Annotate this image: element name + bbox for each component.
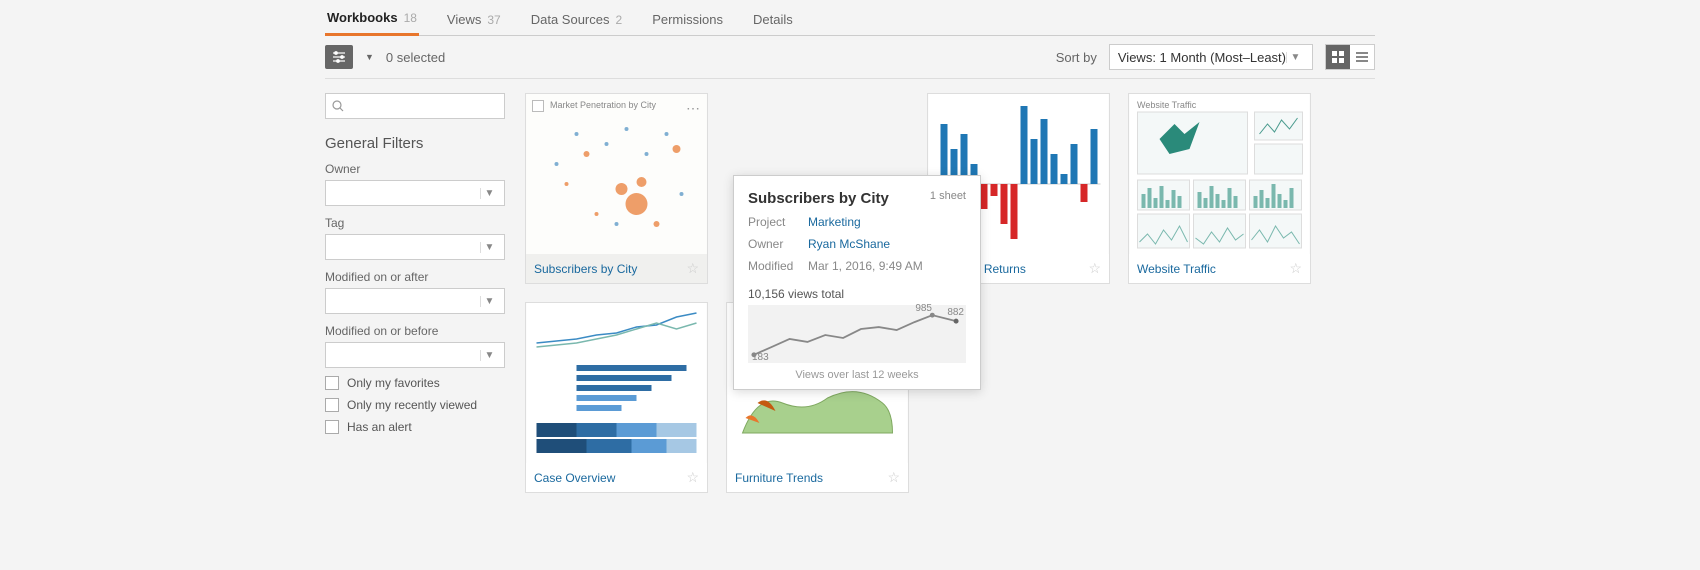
caret-down-icon: ▼ bbox=[480, 350, 498, 361]
tab-count: 2 bbox=[616, 13, 623, 27]
tab-label: Permissions bbox=[652, 12, 723, 27]
thumb-title: Website Traffic bbox=[1137, 100, 1196, 110]
workbook-thumbnail: Website Traffic bbox=[1129, 94, 1310, 254]
tab-permissions[interactable]: Permissions bbox=[650, 6, 725, 35]
workbook-title: Case Overview bbox=[534, 471, 615, 485]
popover-project-link[interactable]: Marketing bbox=[808, 215, 861, 229]
selection-count: 0 selected bbox=[386, 50, 445, 65]
tab-workbooks[interactable]: Workbooks 18 bbox=[325, 4, 419, 36]
popover-owner-link[interactable]: Ryan McShane bbox=[808, 237, 890, 251]
filters-heading: General Filters bbox=[325, 135, 505, 152]
tab-data-sources[interactable]: Data Sources 2 bbox=[529, 6, 624, 35]
modified-before-select[interactable]: ▼ bbox=[325, 342, 505, 368]
popover-owner-label: Owner bbox=[748, 237, 800, 251]
grid-icon bbox=[1332, 51, 1344, 63]
sort-select[interactable]: Views: 1 Month (Most–Least) ▼ bbox=[1109, 44, 1313, 70]
checkbox-icon bbox=[325, 398, 339, 412]
grid-view-button[interactable] bbox=[1326, 45, 1350, 69]
modified-after-select[interactable]: ▼ bbox=[325, 288, 505, 314]
tab-label: Data Sources bbox=[531, 12, 610, 27]
tab-details[interactable]: Details bbox=[751, 6, 795, 35]
case-overview-thumbnail bbox=[526, 303, 707, 463]
workbook-thumbnail bbox=[526, 303, 707, 463]
caret-down-icon: ▼ bbox=[365, 52, 374, 62]
star-icon[interactable]: ☆ bbox=[1088, 260, 1101, 277]
list-view-button[interactable] bbox=[1350, 45, 1374, 69]
popover-views-total: 10,156 views total bbox=[748, 287, 966, 301]
recent-checkbox-row[interactable]: Only my recently viewed bbox=[325, 398, 505, 412]
workbook-title: Website Traffic bbox=[1137, 262, 1216, 276]
toolbar: ▼ 0 selected Sort by Views: 1 Month (Mos… bbox=[325, 36, 1375, 79]
tab-label: Details bbox=[753, 12, 793, 27]
modified-after-label: Modified on or after bbox=[325, 270, 505, 284]
list-icon bbox=[1356, 51, 1368, 63]
tag-label: Tag bbox=[325, 216, 505, 230]
thumb-title: Market Penetration by City bbox=[550, 100, 656, 110]
tabs: Workbooks 18 Views 37 Data Sources 2 Per… bbox=[325, 0, 1375, 36]
workbook-thumbnail: Market Penetration by City ⋯ bbox=[526, 94, 707, 254]
content-area: Market Penetration by City ⋯ bbox=[525, 93, 1375, 493]
tag-select[interactable]: ▼ bbox=[325, 234, 505, 260]
more-icon[interactable]: ⋯ bbox=[686, 100, 701, 117]
sort-value: Views: 1 Month (Most–Least) bbox=[1118, 50, 1286, 65]
workbook-card[interactable]: Case Overview ☆ bbox=[525, 302, 708, 493]
sliders-icon bbox=[332, 50, 346, 64]
owner-label: Owner bbox=[325, 162, 505, 176]
caret-down-icon: ▼ bbox=[480, 296, 498, 307]
search-icon bbox=[332, 100, 344, 112]
popover-modified-value: Mar 1, 2016, 9:49 AM bbox=[808, 259, 923, 273]
workbook-card[interactable]: Website Traffic bbox=[1128, 93, 1311, 284]
popover-sparkline: 183 985 882 bbox=[748, 305, 966, 363]
popover-project-label: Project bbox=[748, 215, 800, 229]
popover-sheet-count: 1 sheet bbox=[930, 190, 966, 202]
checkbox-icon bbox=[325, 420, 339, 434]
star-icon[interactable]: ☆ bbox=[686, 260, 699, 277]
dashboard-thumbnail bbox=[1129, 94, 1310, 254]
spark-peak-value: 985 bbox=[915, 303, 932, 314]
search-input[interactable] bbox=[325, 93, 505, 119]
modified-before-label: Modified on or before bbox=[325, 324, 505, 338]
check-label: Has an alert bbox=[347, 420, 412, 434]
tab-views[interactable]: Views 37 bbox=[445, 6, 503, 35]
workbook-title: Furniture Trends bbox=[735, 471, 823, 485]
view-toggle bbox=[1325, 44, 1375, 70]
owner-select[interactable]: ▼ bbox=[325, 180, 505, 206]
tab-count: 37 bbox=[487, 13, 500, 27]
sparkline-icon bbox=[748, 305, 966, 363]
spark-first-value: 183 bbox=[752, 352, 769, 363]
checkbox-icon bbox=[325, 376, 339, 390]
star-icon[interactable]: ☆ bbox=[1289, 260, 1302, 277]
caret-down-icon: ▼ bbox=[480, 242, 498, 253]
alert-checkbox-row[interactable]: Has an alert bbox=[325, 420, 505, 434]
workbook-card[interactable]: Market Penetration by City ⋯ bbox=[525, 93, 708, 284]
tab-count: 18 bbox=[404, 11, 417, 25]
star-icon[interactable]: ☆ bbox=[887, 469, 900, 486]
star-icon[interactable]: ☆ bbox=[686, 469, 699, 486]
tab-label: Workbooks bbox=[327, 10, 398, 25]
tab-label: Views bbox=[447, 12, 481, 27]
map-dot-thumbnail bbox=[526, 94, 707, 254]
sidebar: General Filters Owner ▼ Tag ▼ Modified o… bbox=[325, 93, 505, 493]
check-label: Only my favorites bbox=[347, 376, 440, 390]
favorites-checkbox-row[interactable]: Only my favorites bbox=[325, 376, 505, 390]
popover-modified-label: Modified bbox=[748, 259, 800, 273]
check-label: Only my recently viewed bbox=[347, 398, 477, 412]
caret-down-icon: ▼ bbox=[480, 188, 498, 199]
workbook-popover: Subscribers by City 1 sheet Project Mark… bbox=[733, 175, 981, 390]
card-checkbox[interactable] bbox=[532, 100, 544, 112]
popover-caption: Views over last 12 weeks bbox=[748, 369, 966, 381]
workbook-title: Subscribers by City bbox=[534, 262, 637, 276]
spark-last-value: 882 bbox=[947, 307, 964, 318]
sort-by-label: Sort by bbox=[1056, 50, 1097, 65]
filter-toggle-button[interactable] bbox=[325, 45, 353, 69]
caret-down-icon: ▼ bbox=[1286, 52, 1304, 63]
